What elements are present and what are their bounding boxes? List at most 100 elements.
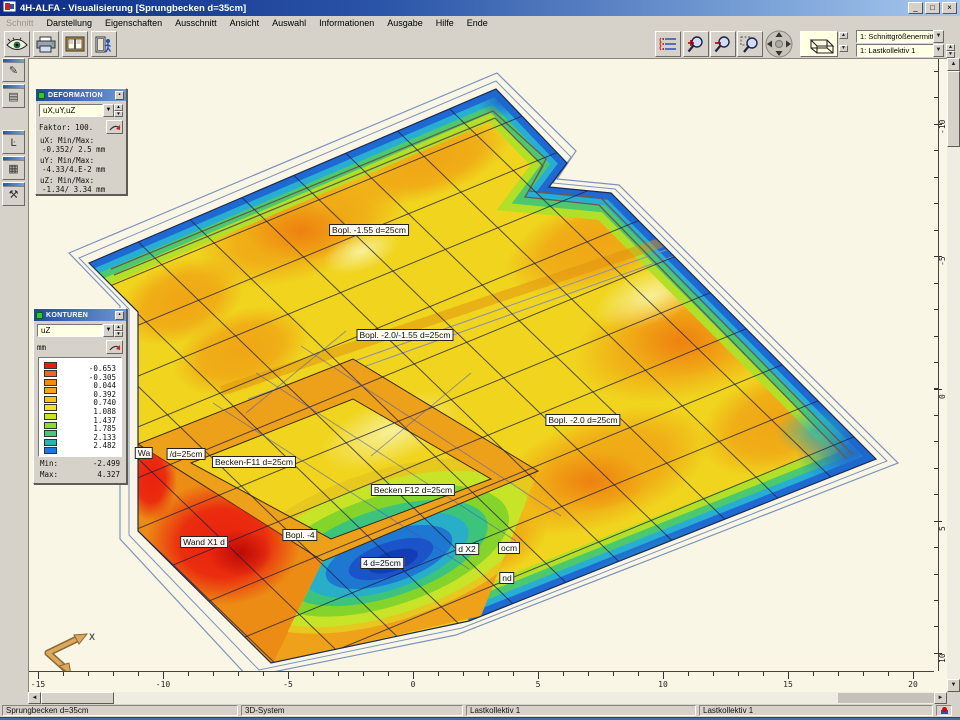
minimize-button[interactable]: _ xyxy=(908,2,923,14)
konturen-panel-titlebar[interactable]: KONTUREN ▪ xyxy=(34,309,126,321)
left-toolbar: ✎▤ Ŀ▦⚒ xyxy=(0,58,28,704)
ruler-label: -5 xyxy=(283,680,293,689)
deformation-combo[interactable]: uX,uY,uZ xyxy=(39,104,103,117)
menu-ausschnitt[interactable]: Ausschnitt xyxy=(175,18,217,28)
menu-darstellung[interactable]: Darstellung xyxy=(47,18,93,28)
svg-text:X: X xyxy=(89,632,95,642)
manual-book-icon[interactable] xyxy=(62,31,88,57)
menu-ende[interactable]: Ende xyxy=(467,18,488,28)
zoom-window-icon[interactable] xyxy=(737,31,763,57)
legend-swatch xyxy=(44,387,57,394)
close-button[interactable]: × xyxy=(942,2,957,14)
perspective-box-icon[interactable] xyxy=(800,31,838,57)
refresh-icon[interactable] xyxy=(106,120,123,134)
drawing-canvas[interactable]: X Y Bopl. -1.55 d=25cmBopl. -2.0/-1.55 d… xyxy=(28,58,947,692)
result-type-combo[interactable]: 1: Schnittgrößenermittlung xyxy=(856,30,944,43)
scroll-down-icon[interactable]: ▼ xyxy=(947,679,960,692)
deformation-row-value: -4.33/4.E-2 mm xyxy=(40,166,126,175)
menu-ausgabe[interactable]: Ausgabe xyxy=(387,18,423,28)
unit-label: mm xyxy=(37,343,46,352)
preview-eye-icon[interactable] xyxy=(4,31,30,57)
ruler-label: 5 xyxy=(938,526,947,531)
deformation-panel-titlebar[interactable]: DEFORMATION ▪ xyxy=(36,89,126,101)
dimension-tool-icon[interactable]: Ŀ xyxy=(2,130,25,154)
ruler-label: 20 xyxy=(908,680,918,689)
scroll-up-icon[interactable]: ▲ xyxy=(947,58,960,71)
status-panel: Sprungbecken d=35cm xyxy=(2,705,238,716)
bottom-ruler: -15-10-505101520 xyxy=(29,671,934,692)
menu-hilfe[interactable]: Hilfe xyxy=(436,18,454,28)
horizontal-scrollbar[interactable]: ◄ ► xyxy=(28,692,947,704)
konturen-panel[interactable]: KONTUREN ▪ uZ ▼ ▲▼ mm -0.653-0.3050.0440… xyxy=(33,308,127,484)
ruler-label: 0 xyxy=(411,680,416,689)
deformation-values: uX: Min/Max:-0.352/ 2.5 mmuY: Min/Max:-4… xyxy=(36,137,126,194)
konturen-panel-title: KONTUREN xyxy=(46,312,115,319)
chevron-down-icon[interactable]: ▼ xyxy=(103,324,114,337)
menu-schnitt: Schnitt xyxy=(6,18,34,28)
box-spin-down[interactable]: ▼ xyxy=(839,45,848,52)
numbering-icon[interactable] xyxy=(655,31,681,57)
spin-down[interactable]: ▼ xyxy=(114,331,123,338)
konturen-combo[interactable]: uZ xyxy=(37,324,103,337)
ruler-label: -10 xyxy=(938,120,947,134)
scroll-left-icon[interactable]: ◄ xyxy=(28,692,41,704)
box-spin-up[interactable]: ▲ xyxy=(839,32,848,39)
chevron-down-icon[interactable]: ▼ xyxy=(933,30,944,43)
maximize-button[interactable]: □ xyxy=(925,2,940,14)
status-panel: Lastkollektiv 1 xyxy=(466,705,696,716)
legend-swatch xyxy=(44,447,57,454)
pan-icon[interactable] xyxy=(764,31,794,57)
hscroll-thumb[interactable] xyxy=(41,692,114,704)
zoom-in-icon[interactable] xyxy=(683,31,709,57)
contour-legend: -0.653-0.3050.0440.3920.7401.0881.4371.7… xyxy=(38,357,122,457)
legend-swatch xyxy=(44,379,57,386)
menu-ansicht[interactable]: Ansicht xyxy=(230,18,260,28)
wrench-tool-icon[interactable]: ⚒ xyxy=(2,182,25,206)
combo-spin-up[interactable]: ▲ xyxy=(946,44,955,51)
ruler-label: -15 xyxy=(31,680,45,689)
load-case-combo[interactable]: 1: Lastkollektiv 1 xyxy=(856,44,944,57)
print-icon[interactable] xyxy=(33,31,59,57)
legend-swatch xyxy=(44,370,57,377)
scroll-right-icon[interactable]: ► xyxy=(934,692,947,704)
ruler-label: 15 xyxy=(783,680,793,689)
box-tool-icon[interactable]: ▤ xyxy=(2,84,25,108)
status-bar: Sprungbecken d=35cm3D-SystemLastkollekti… xyxy=(0,704,960,717)
image-tool-icon[interactable]: ▦ xyxy=(2,156,25,180)
legend-swatch xyxy=(44,362,57,369)
menu-eigenschaften[interactable]: Eigenschaften xyxy=(105,18,162,28)
refresh-icon[interactable] xyxy=(106,340,123,354)
sketch-tool-icon[interactable]: ✎ xyxy=(2,58,25,82)
axes-icon: X Y xyxy=(48,632,95,671)
ruler-label: 5 xyxy=(536,680,541,689)
menu-auswahl[interactable]: Auswahl xyxy=(272,18,306,28)
chevron-down-icon[interactable]: ▼ xyxy=(103,104,114,117)
status-alert-icon xyxy=(936,705,952,716)
ruler-label: 10 xyxy=(938,653,947,663)
deformation-row-value: -1.34/ 3.34 mm xyxy=(40,186,126,195)
max-value: 4.327 xyxy=(97,470,120,479)
menu-bar: Schnitt Darstellung Eigenschaften Ausschnit… xyxy=(0,16,960,29)
exit-door-icon[interactable] xyxy=(91,31,117,57)
legend-swatch xyxy=(44,404,57,411)
app-window: 4H-ALFA - Visualisierung [Sprungbecken d… xyxy=(0,0,960,720)
legend-swatch xyxy=(44,396,57,403)
menu-informationen[interactable]: Informationen xyxy=(319,18,374,28)
close-icon[interactable]: ▪ xyxy=(115,311,124,320)
chevron-down-icon[interactable]: ▼ xyxy=(933,44,944,57)
spin-down[interactable]: ▼ xyxy=(114,111,123,118)
vscroll-thumb[interactable] xyxy=(947,71,960,147)
right-ruler: -10-50510 xyxy=(934,59,947,692)
deformation-panel[interactable]: DEFORMATION ▪ uX,uY,uZ ▼ ▲▼ Faktor: 100.… xyxy=(35,88,127,195)
zoom-out-icon[interactable] xyxy=(710,31,736,57)
title-bar: 4H-ALFA - Visualisierung [Sprungbecken d… xyxy=(0,0,960,16)
legend-swatch xyxy=(44,439,57,446)
vertical-scrollbar[interactable]: ▲ ▼ xyxy=(947,58,960,692)
close-icon[interactable]: ▪ xyxy=(115,91,124,100)
legend-swatch xyxy=(44,430,57,437)
status-panel: 3D-System xyxy=(241,705,463,716)
deformation-panel-title: DEFORMATION xyxy=(48,92,115,99)
panel-cube-icon xyxy=(36,312,43,319)
combo-spin-down[interactable]: ▼ xyxy=(946,51,955,58)
faktor-label: Faktor: 100. xyxy=(39,123,93,132)
